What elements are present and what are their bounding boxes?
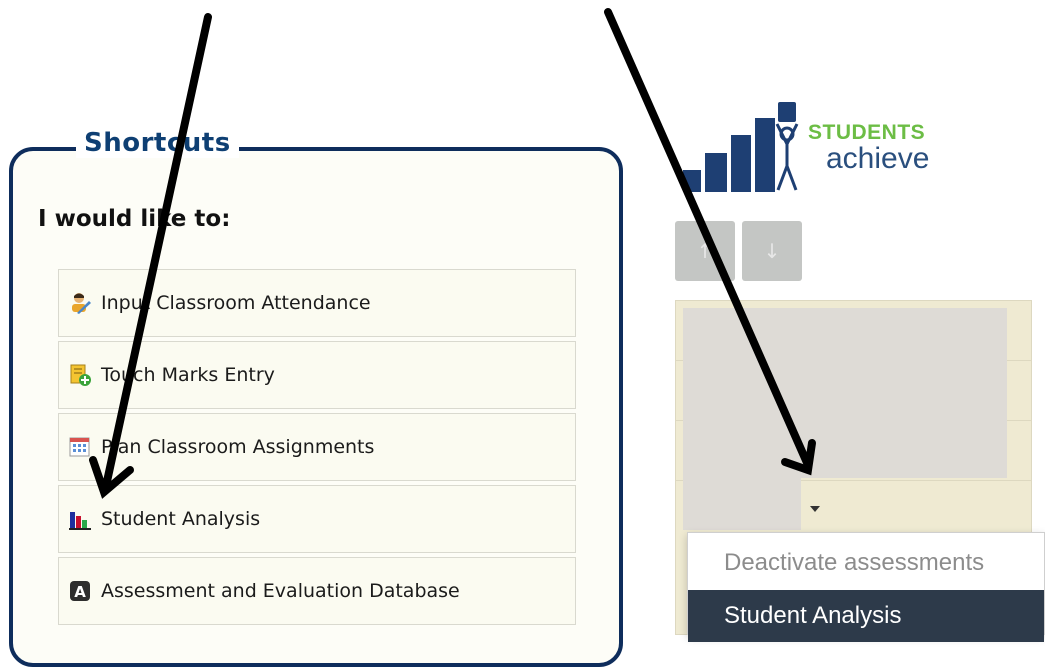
shortcut-input-classroom-attendance[interactable]: Input Classroom Attendance — [58, 269, 576, 337]
arrow-down-icon: ↓ — [763, 239, 781, 263]
shortcut-label: Assessment and Evaluation Database — [101, 580, 460, 602]
dropdown-caret-icon[interactable] — [810, 506, 820, 512]
shortcut-label: Input Classroom Attendance — [101, 292, 371, 314]
move-down-button[interactable]: ↓ — [742, 221, 802, 281]
actions-dropdown-menu: Deactivate assessments Student Analysis — [687, 532, 1045, 642]
shortcut-assessment-evaluation-database[interactable]: A Assessment and Evaluation Database — [58, 557, 576, 625]
shortcut-label: Student Analysis — [101, 508, 261, 530]
menu-item-deactivate-assessments[interactable]: Deactivate assessments — [688, 537, 1044, 589]
attendance-icon — [69, 292, 91, 314]
marks-entry-icon — [69, 364, 91, 386]
svg-text:A: A — [74, 583, 86, 601]
shortcut-plan-classroom-assignments[interactable]: Plan Classroom Assignments — [58, 413, 576, 481]
bar-chart-icon — [69, 508, 91, 530]
shortcut-touch-marks-entry[interactable]: Touch Marks Entry — [58, 341, 576, 409]
shortcuts-prompt: I would like to: — [38, 206, 231, 232]
letter-a-icon: A — [69, 580, 91, 602]
shortcut-student-analysis[interactable]: Student Analysis — [58, 485, 576, 553]
shortcut-label: Touch Marks Entry — [101, 364, 275, 386]
logo-text-achieve: achieve — [826, 142, 930, 175]
menu-item-student-analysis[interactable]: Student Analysis — [688, 590, 1044, 642]
grid-cell-placeholder — [683, 478, 801, 530]
shortcut-label: Plan Classroom Assignments — [101, 436, 375, 458]
grid-cell-placeholder — [683, 308, 1007, 478]
shortcuts-title: Shortcuts — [76, 128, 239, 158]
move-up-button[interactable]: ↑ — [675, 221, 735, 281]
calendar-icon — [69, 436, 91, 458]
arrow-up-icon: ↑ — [696, 239, 714, 263]
